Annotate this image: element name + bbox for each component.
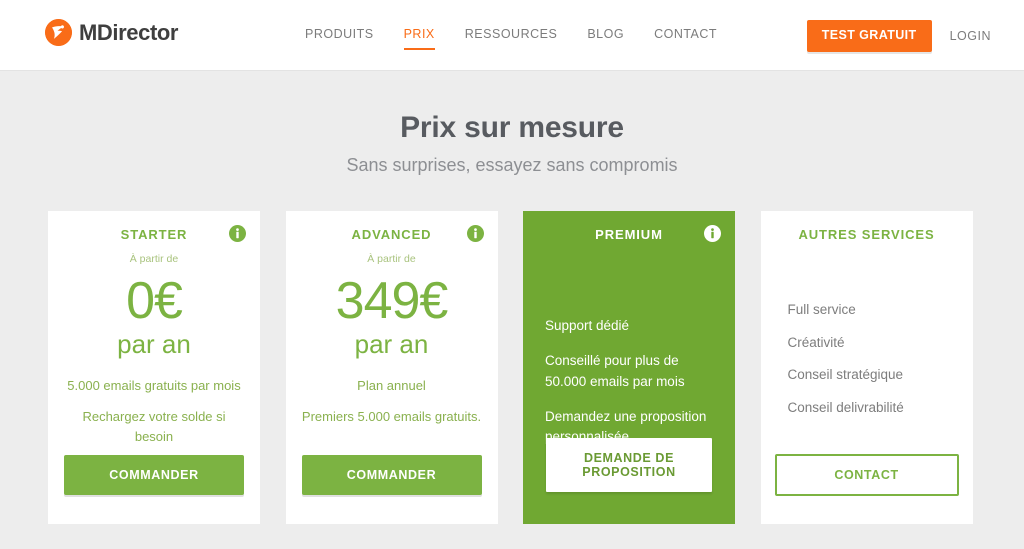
nav-item-prix[interactable]: PRIX [403, 27, 435, 53]
card-feature-line: Support dédié [545, 318, 630, 333]
nav-item-contact[interactable]: CONTACT [654, 27, 717, 53]
list-item: Conseil delivrabilité [787, 399, 904, 415]
test-gratuit-button[interactable]: TEST GRATUIT [806, 20, 932, 52]
card-header-premium: PREMIUM [523, 211, 735, 242]
commander-button-advanced[interactable]: COMMANDER [301, 455, 482, 495]
site-logo[interactable]: MDirector [45, 19, 178, 46]
pricing-card-premium: PREMIUM Support dédié Conseillé pour plu… [523, 211, 735, 524]
card-price-starter: 0€ [126, 271, 183, 330]
login-link[interactable]: LOGIN [950, 29, 991, 43]
card-header-advanced: ADVANCED [286, 211, 498, 242]
card-feature-line: Conseillé pour plus de 50.000 emails par… [545, 353, 685, 389]
card-from-label-starter: À partir de [129, 253, 179, 265]
pricing-card-advanced: ADVANCED À partir de 349€ par an Plan an… [285, 211, 498, 524]
list-item: Créativité [787, 334, 845, 350]
pricing-cards-row: STARTER À partir de 0€ par an 5.000 emai… [48, 211, 976, 524]
pricing-card-starter: STARTER À partir de 0€ par an 5.000 emai… [48, 211, 260, 524]
card-header-starter: STARTER [48, 211, 260, 242]
page-title: Prix sur mesure [400, 111, 624, 144]
card-period-advanced: par an [354, 329, 429, 360]
card-title-autres-services: AUTRES SERVICES [798, 227, 935, 242]
card-description-advanced: Plan annuel Premiers 5.000 emails gratui… [286, 376, 498, 427]
card-desc-line: Rechargez votre solde si besoin [82, 408, 226, 444]
info-circle-icon[interactable] [229, 225, 246, 242]
card-desc-line: Premiers 5.000 emails gratuits. [301, 408, 482, 424]
page-heading-block: Prix sur mesure Sans surprises, essayez … [0, 71, 1024, 176]
header-actions: TEST GRATUIT LOGIN [806, 20, 991, 52]
contact-button-autres-services[interactable]: CONTACT [774, 454, 959, 496]
nav-item-produits[interactable]: PRODUITS [305, 27, 374, 53]
services-list: Full service Créativité Conseil stratégi… [761, 241, 973, 414]
card-from-label-advanced: À partir de [367, 253, 416, 265]
site-header: MDirector PRODUITS PRIX RESSOURCES BLOG … [0, 0, 1024, 71]
mdirector-bird-logo-icon [45, 19, 72, 46]
list-item: Full service [787, 302, 856, 317]
page-subtitle: Sans surprises, essayez sans compromis [346, 155, 678, 175]
card-period-starter: par an [117, 329, 191, 360]
card-description-starter: 5.000 emails gratuits par mois Rechargez… [48, 376, 260, 447]
card-desc-line: Plan annuel [357, 377, 426, 393]
list-item: Conseil stratégique [787, 367, 904, 382]
nav-item-ressources[interactable]: RESSOURCES [465, 27, 558, 53]
logo-text: MDirector [79, 19, 179, 45]
main-navigation: PRODUITS PRIX RESSOURCES BLOG CONTACT [305, 27, 717, 53]
pricing-card-autres-services: AUTRES SERVICES Full service Créativité … [760, 211, 973, 524]
card-desc-line: 5.000 emails gratuits par mois [67, 377, 241, 393]
card-price-advanced: 349€ [335, 271, 449, 330]
info-circle-icon[interactable] [704, 225, 721, 242]
card-header-autres-services: AUTRES SERVICES [761, 211, 973, 241]
demande-de-proposition-button[interactable]: DEMANDE DE PROPOSITION [546, 438, 712, 492]
card-features-premium: Support dédié Conseillé pour plus de 50.… [523, 241, 735, 447]
nav-item-blog[interactable]: BLOG [587, 27, 624, 53]
commander-button-starter[interactable]: COMMANDER [64, 455, 244, 495]
info-circle-icon[interactable] [466, 225, 484, 242]
